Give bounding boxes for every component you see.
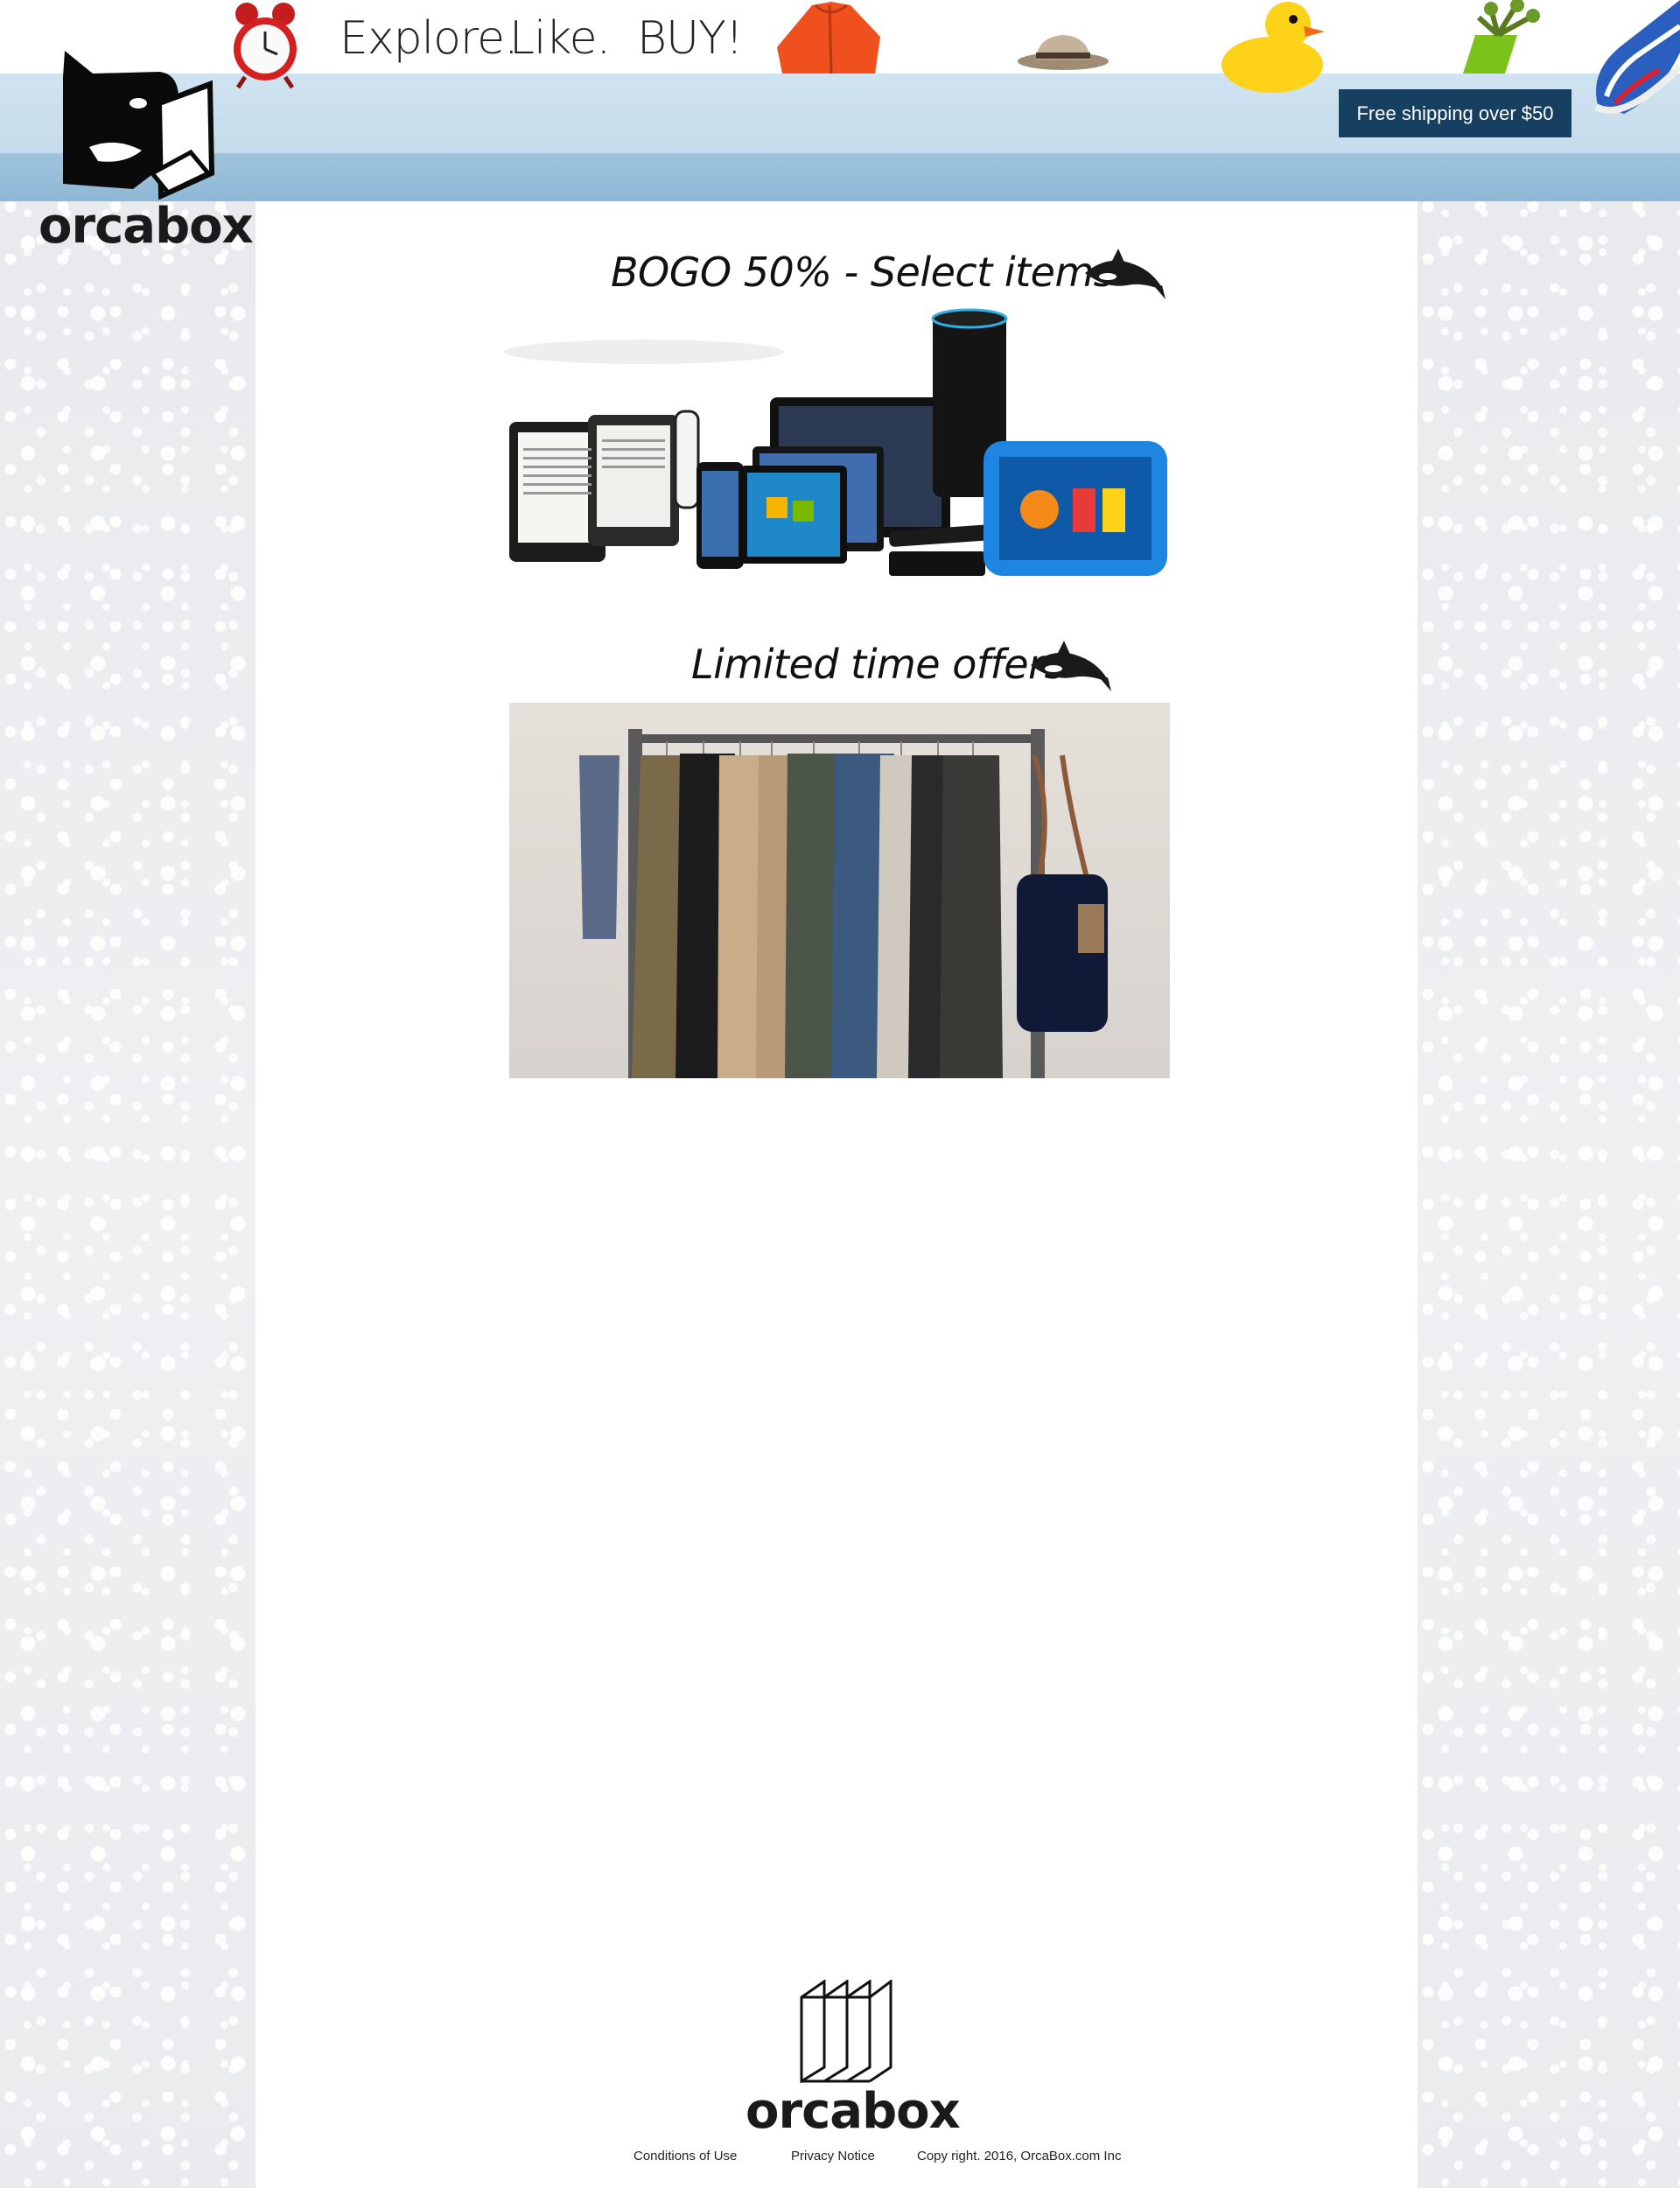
privacy-notice-link[interactable]: Privacy Notice: [791, 2149, 875, 2163]
tagline-explore: Explore.: [340, 12, 519, 65]
conditions-of-use-link[interactable]: Conditions of Use: [634, 2149, 737, 2163]
section-title-bogo: BOGO 50% - Select items: [611, 249, 1115, 296]
footer-brand-logo-text[interactable]: orcabox: [746, 2083, 961, 2140]
sneaker-icon: [1594, 0, 1680, 114]
section-title-limited-offers: Limited time offers: [691, 641, 1065, 688]
kindle-devices-image[interactable]: [504, 308, 1169, 592]
tagline-like: Like.: [509, 12, 611, 65]
alarm-clock-icon: [234, 3, 297, 89]
brand-logo-text[interactable]: orcabox: [38, 198, 254, 255]
rubber-duck-icon: [1222, 2, 1325, 93]
fedora-hat-icon: [1018, 35, 1109, 70]
free-shipping-badge[interactable]: Free shipping over $50: [1339, 89, 1572, 137]
orca-icon: [1085, 249, 1166, 299]
orca-box-icon[interactable]: [54, 42, 220, 200]
right-background-panel: [1418, 201, 1680, 2188]
left-background-panel: [0, 201, 256, 2188]
potted-plant-icon: [1463, 0, 1540, 74]
copyright-text: Copy right. 2016, OrcaBox.com Inc: [917, 2149, 1122, 2163]
orange-jacket-icon: [777, 2, 880, 74]
tagline-buy: BUY!: [637, 12, 744, 65]
footer-logo-icon[interactable]: [798, 1980, 894, 2083]
clothing-rack-image[interactable]: [509, 703, 1170, 1078]
orca-icon: [1031, 641, 1111, 691]
